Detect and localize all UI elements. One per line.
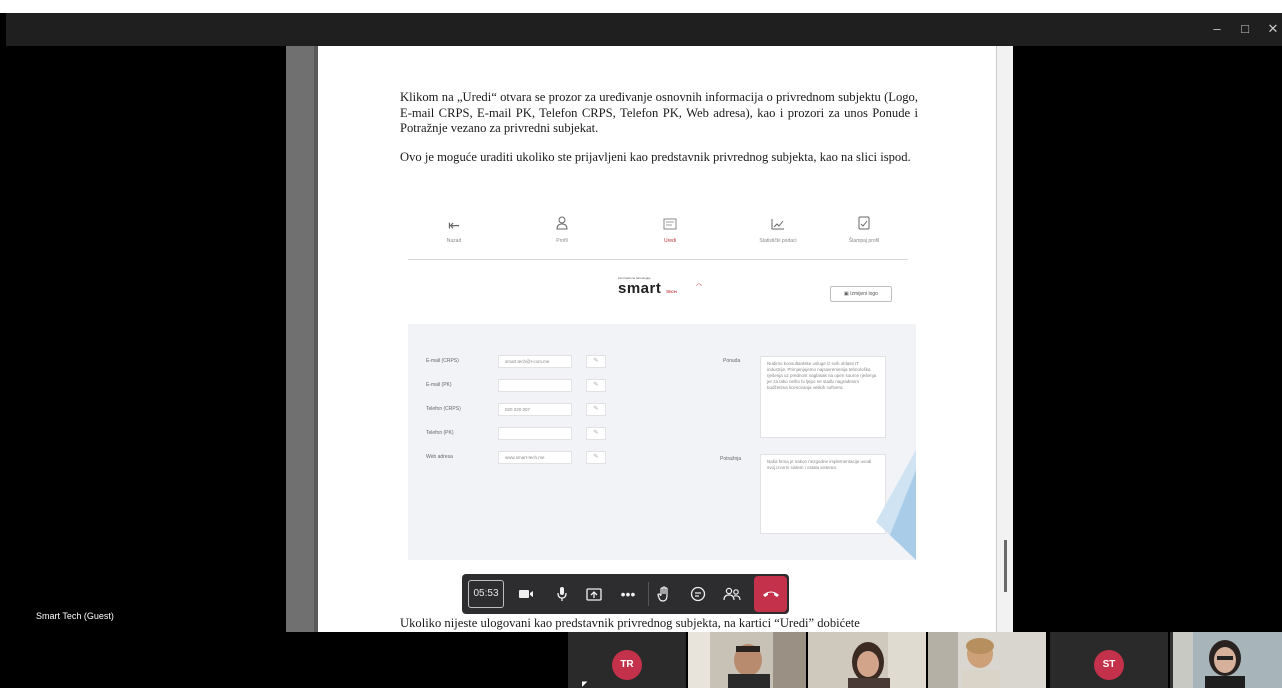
edit-form-panel: E-mail (CRPS) smart.tech@t-com.me ✎ E-ma… <box>408 324 916 560</box>
participant-tile-tr[interactable]: TR ◤ <box>568 632 686 688</box>
leave-button[interactable] <box>754 576 787 612</box>
edit-icon <box>640 216 700 234</box>
meeting-timer: 05:53 <box>468 580 504 608</box>
nav-uredi: Uredi <box>640 216 700 244</box>
paragraph-login-note: Ovo je moguće uraditi ukoliko ste prijav… <box>400 150 911 164</box>
nav-statistika: Statistički podaci <box>748 216 808 244</box>
hand-icon <box>657 586 668 602</box>
hangup-icon <box>762 591 779 597</box>
mic-button[interactable] <box>548 580 576 608</box>
wifi-icon: ◠ <box>696 283 703 290</box>
logo-wordmark: smart <box>618 280 662 297</box>
nav-label: Štampaj profil <box>848 238 880 244</box>
pencil-icon: ✎ <box>586 451 606 464</box>
guest-name-label: Smart Tech (Guest) <box>36 611 114 621</box>
pencil-icon: ✎ <box>586 403 606 416</box>
maximize-button[interactable]: □ <box>1234 18 1256 40</box>
potraznja-textarea: Naša firma je nakon nezgodne implementac… <box>760 454 886 534</box>
participant-tile-video-2[interactable] <box>808 632 926 688</box>
field-label: E-mail (PK) <box>426 382 452 388</box>
pencil-icon: ✎ <box>586 427 606 440</box>
nav-label: Uredi <box>664 238 676 244</box>
participant-video <box>1173 632 1282 688</box>
user-icon <box>532 216 592 234</box>
telefon-crps-field: 020 220 007 <box>498 403 572 416</box>
email-pk-field <box>498 379 572 392</box>
scrollbar-thumb[interactable] <box>1004 540 1007 592</box>
participant-tile-video-1[interactable] <box>688 632 806 688</box>
change-logo-button: ▣ Izmijeni logo <box>830 286 892 302</box>
more-button[interactable]: ••• <box>614 580 642 608</box>
people-icon <box>723 587 741 601</box>
web-address-field: www.smart-tech.me <box>498 451 572 464</box>
participant-video <box>928 632 1046 688</box>
change-logo-label: Izmijeni logo <box>850 291 878 297</box>
share-button[interactable] <box>580 580 608 608</box>
nav-stampaj: Štampaj profil <box>834 216 894 244</box>
nav-nazad: ⇤ Nazad <box>424 216 484 244</box>
share-icon <box>586 588 602 601</box>
participant-tile-video-3[interactable] <box>928 632 1046 688</box>
window-top-strip <box>0 0 1282 13</box>
meeting-toolbar: 05:53 ••• <box>462 574 789 614</box>
minimize-button[interactable]: – <box>1206 18 1228 40</box>
camera-button[interactable] <box>512 580 540 608</box>
participant-tile-video-4[interactable] <box>1170 632 1282 688</box>
chat-icon <box>690 586 706 602</box>
company-logo: informacione tehnologije smart TECH ◠ <box>618 276 708 312</box>
embedded-screenshot: ⇤ Nazad Profil Uredi Statistički podaci <box>408 206 920 560</box>
mic-off-icon: ◤ <box>582 681 588 688</box>
nav-label: Profil <box>556 238 568 244</box>
nav-profil: Profil <box>532 216 592 244</box>
avatar: TR <box>612 650 642 680</box>
ponuda-textarea: Nudimo konsultantske usluge iz svih obla… <box>760 356 886 438</box>
logo-subtext: TECH <box>665 289 677 294</box>
paragraph-not-logged: Ukoliko nijeste ulogovani kao predstavni… <box>400 616 860 630</box>
title-bar <box>6 13 1282 46</box>
field-label: Web adresa <box>426 454 453 460</box>
field-label: Telefon (PK) <box>426 430 454 436</box>
nav-label: Statistički podaci <box>759 238 797 244</box>
pencil-icon: ✎ <box>586 379 606 392</box>
participant-video <box>688 632 806 688</box>
field-label: E-mail (CRPS) <box>426 358 459 364</box>
paragraph-uredi-intro: Klikom na „Uredi“ otvara se prozor za ur… <box>400 90 918 136</box>
nav-divider <box>408 259 908 260</box>
avatar: ST <box>1094 650 1124 680</box>
raise-hand-button[interactable] <box>650 580 678 608</box>
chart-icon <box>748 216 808 234</box>
camera-icon <box>519 590 533 598</box>
participant-tile-st[interactable]: ST <box>1050 632 1168 688</box>
participants-button[interactable] <box>718 580 746 608</box>
participant-video <box>808 632 926 688</box>
potraznja-label: Potražnja <box>720 456 742 462</box>
telefon-pk-field <box>498 427 572 440</box>
pencil-icon: ✎ <box>586 355 606 368</box>
field-label: Telefon (CRPS) <box>426 406 461 412</box>
ponuda-label: Ponuda <box>723 358 741 364</box>
more-icon: ••• <box>620 586 636 602</box>
document-page: Klikom na „Uredi“ otvara se prozor za ur… <box>318 46 998 632</box>
close-button[interactable]: ✕ <box>1262 18 1282 40</box>
chat-button[interactable] <box>684 580 712 608</box>
toolbar-separator <box>648 582 649 606</box>
mic-icon <box>557 587 567 601</box>
nav-label: Nazad <box>446 238 462 244</box>
decorative-shape <box>876 450 916 560</box>
email-crps-field: smart.tech@t-com.me <box>498 355 572 368</box>
exit-icon: ⇤ <box>448 217 460 233</box>
print-icon <box>834 216 894 234</box>
